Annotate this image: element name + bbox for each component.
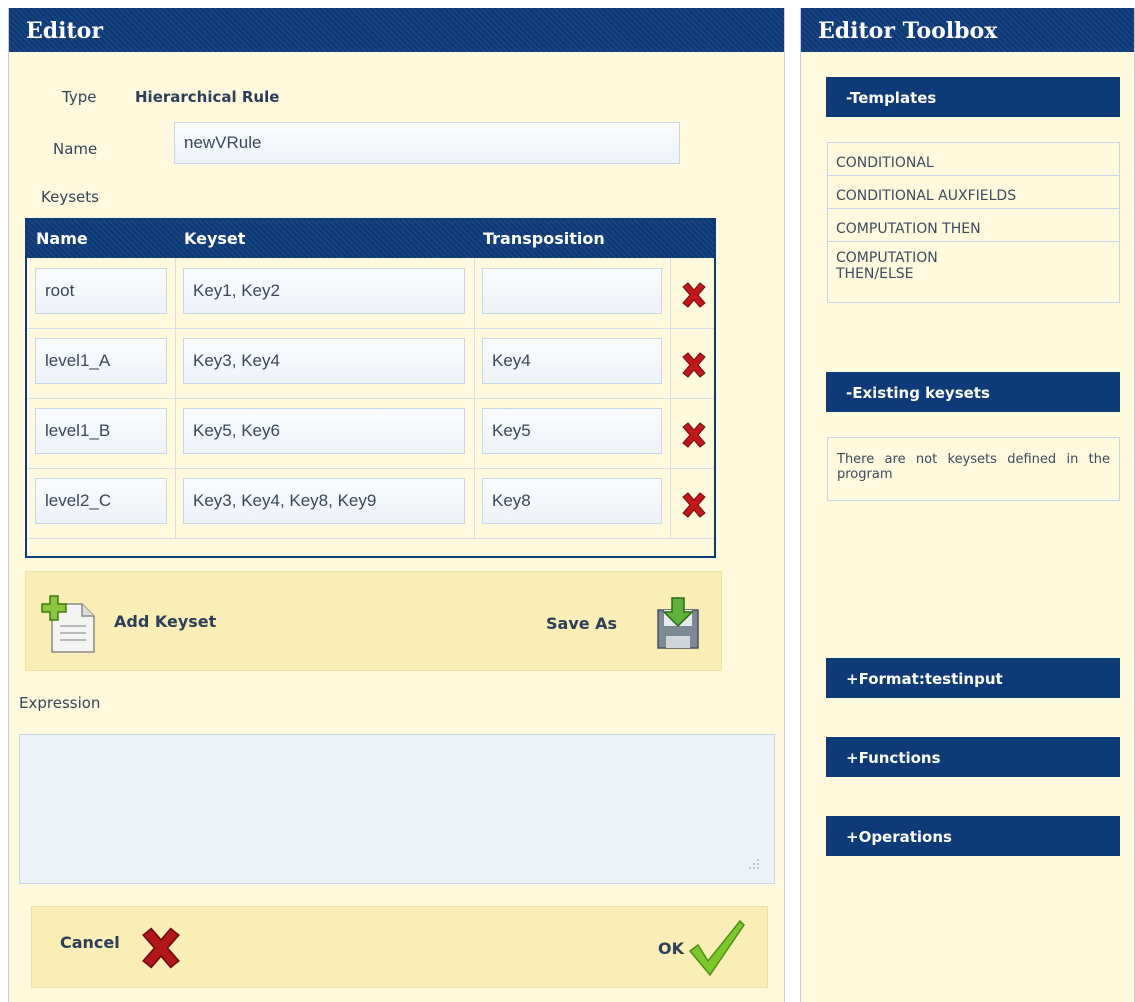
footer-actions-bar: Cancel OK	[31, 906, 768, 988]
keyset-keys-input[interactable]: Key3, Key4	[183, 338, 465, 384]
template-item-computation-then-else[interactable]: COMPUTATION THEN/ELSE	[828, 242, 1018, 302]
keyset-transposition-input[interactable]: Key8	[482, 478, 662, 524]
keyset-keys-input[interactable]: Key1, Key2	[183, 268, 465, 314]
column-header-transposition: Transposition	[483, 229, 605, 248]
templates-list: CONDITIONAL CONDITIONAL AUXFIELDS COMPUT…	[827, 142, 1120, 303]
operations-header[interactable]: +Operations	[826, 816, 1120, 856]
cancel-x-icon[interactable]	[138, 927, 184, 969]
expression-label: Expression	[19, 694, 101, 712]
expression-textarea[interactable]	[19, 734, 775, 884]
keyset-row: level1_A Key3, Key4 Key4	[27, 328, 714, 399]
keysets-table-header: Name Keyset Transposition	[27, 220, 714, 258]
toolbox-panel: Editor Toolbox -Templates CONDITIONAL CO…	[800, 8, 1135, 1002]
type-value: Hierarchical Rule	[135, 88, 280, 106]
delete-row-icon[interactable]	[680, 282, 708, 308]
keyset-keys-input[interactable]: Key5, Key6	[183, 408, 465, 454]
cancel-button[interactable]: Cancel	[60, 933, 120, 952]
editor-panel: Editor Type Hierarchical Rule Name newVR…	[8, 8, 785, 1002]
ok-checkmark-icon[interactable]	[686, 917, 746, 979]
keyset-transposition-input[interactable]: Key5	[482, 408, 662, 454]
name-label: Name	[53, 140, 98, 158]
keyset-row: level2_C Key3, Key4, Key8, Key9 Key8	[27, 468, 714, 539]
keyset-transposition-input[interactable]: Key4	[482, 338, 662, 384]
existing-keysets-header[interactable]: -Existing keysets	[826, 372, 1120, 412]
format-header[interactable]: +Format:testinput	[826, 658, 1120, 698]
save-as-button[interactable]: Save As	[546, 614, 617, 633]
column-header-name: Name	[36, 229, 88, 248]
keyset-row: root Key1, Key2	[27, 258, 714, 329]
keyset-transposition-input[interactable]	[482, 268, 662, 314]
add-keyset-button[interactable]: Add Keyset	[114, 612, 216, 631]
delete-row-icon[interactable]	[680, 492, 708, 518]
keyset-row: level1_B Key5, Key6 Key5	[27, 398, 714, 469]
keyset-name-input[interactable]: level2_C	[35, 478, 167, 524]
keyset-name-input[interactable]: root	[35, 268, 167, 314]
templates-header[interactable]: -Templates	[826, 77, 1120, 117]
existing-keysets-note: There are not keysets defined in the pro…	[827, 437, 1120, 501]
template-item-computation-then[interactable]: COMPUTATION THEN	[828, 209, 1119, 242]
editor-title: Editor	[9, 8, 784, 52]
ok-button[interactable]: OK	[658, 939, 684, 958]
keyset-name-input[interactable]: level1_A	[35, 338, 167, 384]
add-document-icon[interactable]	[40, 594, 100, 656]
name-input[interactable]: newVRule	[174, 122, 680, 164]
keyset-name-input[interactable]: level1_B	[35, 408, 167, 454]
resize-grip-icon[interactable]	[746, 857, 760, 871]
column-header-keyset: Keyset	[184, 229, 246, 248]
keyset-keys-input[interactable]: Key3, Key4, Key8, Key9	[183, 478, 465, 524]
save-as-icon[interactable]	[654, 596, 702, 652]
delete-row-icon[interactable]	[680, 352, 708, 378]
keysets-table: Name Keyset Transposition root Key1, Key…	[25, 218, 716, 558]
keyset-actions-bar: Add Keyset Save As	[25, 571, 722, 671]
keysets-label: Keysets	[41, 188, 99, 206]
functions-header[interactable]: +Functions	[826, 737, 1120, 777]
delete-row-icon[interactable]	[680, 422, 708, 448]
type-label: Type	[62, 88, 97, 106]
template-item-conditional-auxfields[interactable]: CONDITIONAL AUXFIELDS	[828, 176, 1119, 209]
toolbox-title: Editor Toolbox	[801, 8, 1134, 52]
template-item-conditional[interactable]: CONDITIONAL	[828, 143, 1119, 176]
